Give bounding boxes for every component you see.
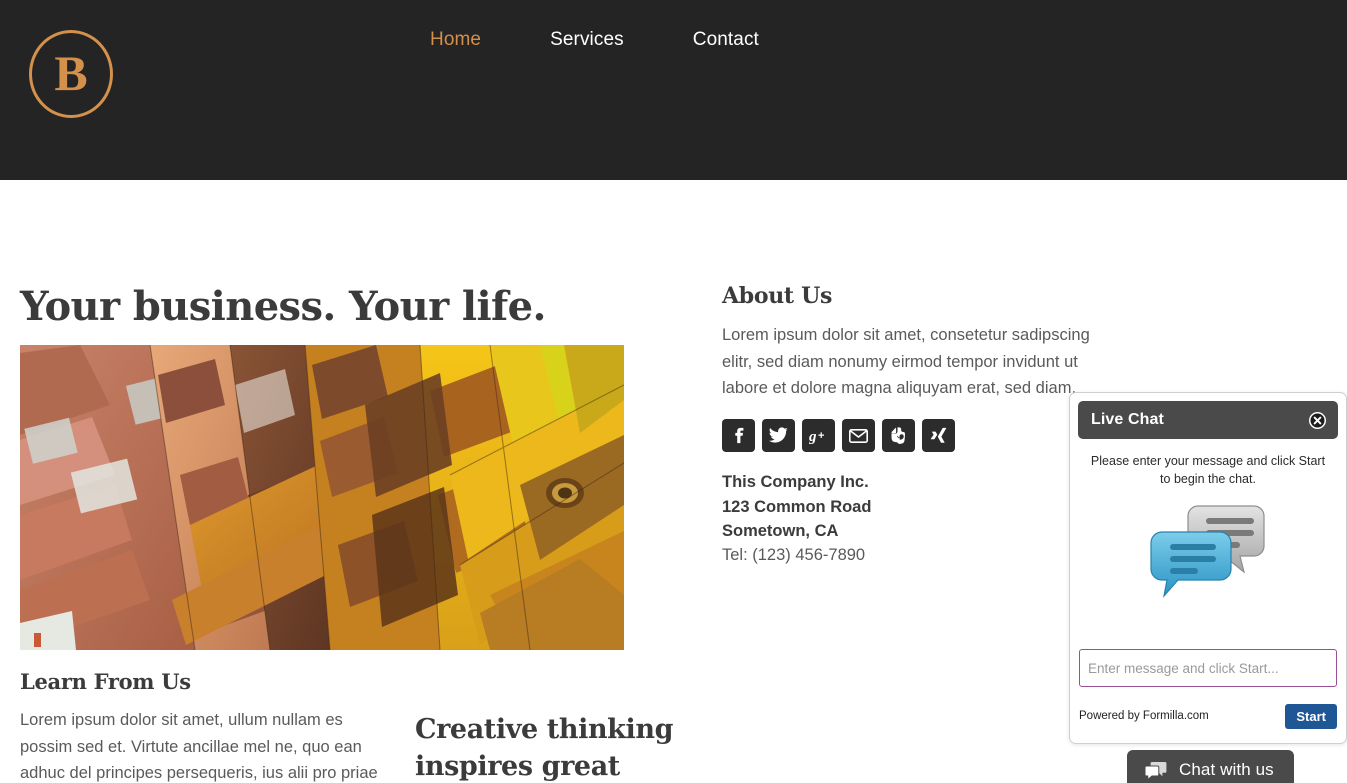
company-address: This Company Inc. 123 Common Road Someto…: [722, 470, 1112, 568]
chat-message-input[interactable]: [1079, 649, 1337, 687]
facebook-icon[interactable]: [722, 419, 755, 453]
svg-text:g: g: [809, 429, 817, 444]
chat-prompt-text: Please enter your message and click Star…: [1090, 454, 1326, 487]
email-icon[interactable]: [842, 419, 875, 453]
hero-image: [20, 345, 624, 650]
speech-bubbles-icon: [1078, 492, 1338, 612]
about-heading: About Us: [722, 283, 833, 309]
chat-with-us-tab[interactable]: Chat with us: [1127, 750, 1294, 783]
learn-body-text: Lorem ipsum dolor sit amet, ullum nullam…: [20, 711, 378, 783]
site-logo[interactable]: B: [29, 30, 113, 118]
chat-tab-label: Chat with us: [1179, 760, 1274, 779]
social-links: g +: [722, 419, 1112, 453]
start-chat-button[interactable]: Start: [1285, 703, 1337, 729]
powered-by-label: Powered by Formilla.com: [1079, 710, 1209, 722]
learn-heading: Learn From Us: [20, 669, 191, 694]
page-title: Your business. Your life.: [20, 283, 546, 330]
nav-item-contact[interactable]: Contact: [659, 29, 759, 51]
google-plus-icon[interactable]: g +: [802, 419, 835, 453]
logo-letter: B: [54, 45, 88, 101]
svg-text:+: +: [818, 430, 824, 442]
xing-icon[interactable]: [922, 419, 955, 453]
twitter-icon[interactable]: [762, 419, 795, 453]
live-chat-widget: Live Chat Please enter your message and …: [1069, 392, 1347, 744]
nav-item-home[interactable]: Home: [430, 29, 516, 51]
company-street: 123 Common Road: [722, 497, 872, 516]
left-column: Your business. Your life. Learn From Us …: [20, 283, 680, 782]
page-root: B Home Services Contact Your business. Y…: [0, 0, 1347, 783]
site-header: B Home Services Contact: [0, 0, 1347, 180]
nav-item-services[interactable]: Services: [516, 29, 659, 51]
about-column: About Us Lorem ipsum dolor sit amet, con…: [722, 283, 1112, 568]
main-navigation: Home Services Contact: [430, 29, 759, 51]
company-name: This Company Inc.: [722, 473, 869, 492]
chat-header: Live Chat: [1078, 401, 1338, 439]
chat-bubbles-icon: [1145, 761, 1167, 780]
evernote-icon[interactable]: [882, 419, 915, 453]
close-icon[interactable]: [1308, 410, 1327, 430]
chat-footer: Powered by Formilla.com Start: [1079, 701, 1337, 731]
company-phone: Tel: (123) 456-7890: [722, 546, 866, 565]
chat-title: Live Chat: [1091, 411, 1164, 428]
company-city: Sometown, CA: [722, 521, 839, 540]
about-body-text: Lorem ipsum dolor sit amet, consetetur s…: [722, 326, 1090, 398]
pull-quote: Creative thinking inspires great: [415, 714, 674, 783]
